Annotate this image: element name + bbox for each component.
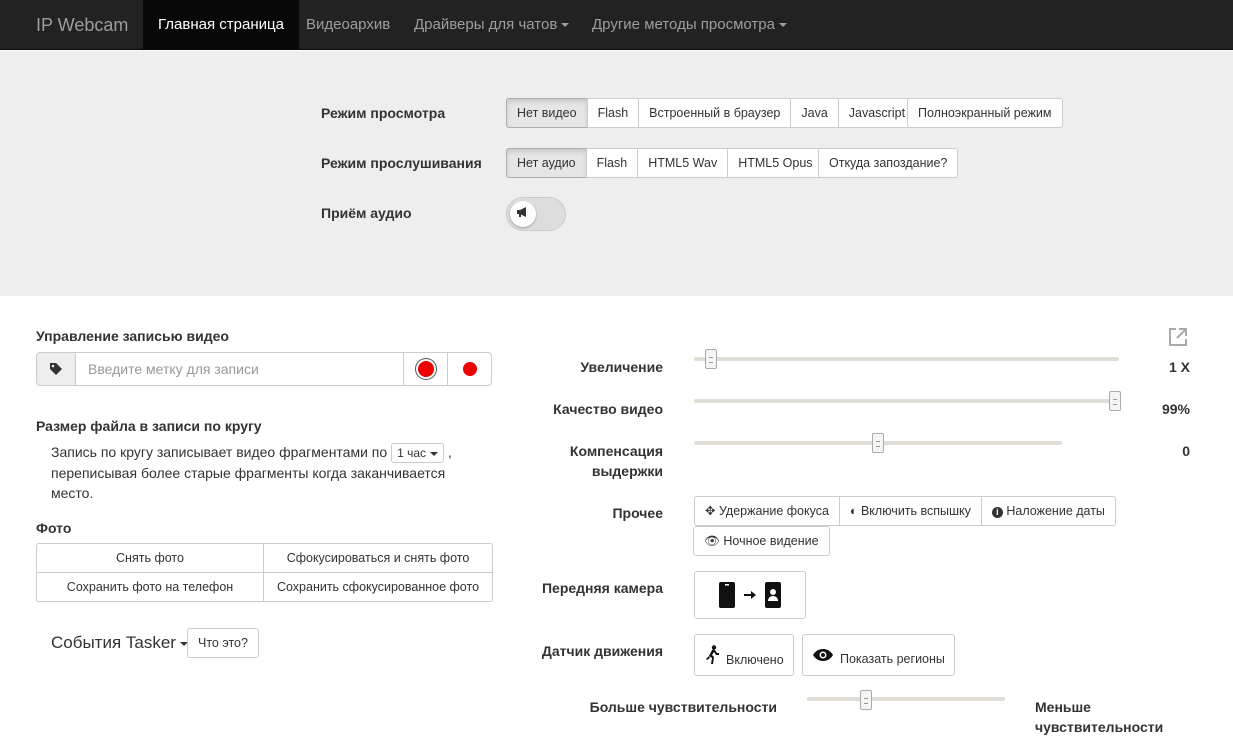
record-icon xyxy=(462,362,477,376)
quality-slider[interactable] xyxy=(694,399,1119,403)
record-focus-button[interactable] xyxy=(404,352,448,386)
listen-mode-label: Режим прослушивания xyxy=(321,155,482,171)
view-mode-browser[interactable]: Встроенный в браузер xyxy=(638,98,792,128)
eye-icon: 👁 xyxy=(704,534,720,548)
save-photo-button[interactable]: Сохранить фото на телефон xyxy=(36,572,264,602)
tasker-label: События Tasker xyxy=(51,633,176,652)
arrow-right-icon xyxy=(744,591,756,599)
motion-label: Датчик движения xyxy=(541,643,663,659)
show-regions-label: Показать регионы xyxy=(840,652,945,666)
loop-title: Размер файла в записи по кругу xyxy=(36,418,262,434)
view-mode-java[interactable]: Java xyxy=(790,98,839,128)
photo-title: Фото xyxy=(36,520,72,536)
nav-video-archive[interactable]: Видеоархив xyxy=(291,0,405,50)
phone-front-icon xyxy=(765,582,781,608)
misc-label: Прочее xyxy=(612,505,663,521)
loop-text-before: Запись по кругу записывает видео фрагмен… xyxy=(51,444,388,460)
listen-mode-group: Нет аудио Flash HTML5 Wav HTML5 Opus xyxy=(506,148,824,178)
take-photo-button[interactable]: Снять фото xyxy=(36,543,264,573)
view-mode-flash[interactable]: Flash xyxy=(586,98,640,128)
recording-title: Управление записью видео xyxy=(36,328,229,344)
view-mode-no-video[interactable]: Нет видео xyxy=(506,98,588,128)
external-link-icon[interactable] xyxy=(1168,327,1188,350)
audio-receive-label: Приём аудио xyxy=(321,205,412,221)
flash-button[interactable]: ◐ Включить вспышку xyxy=(838,496,982,526)
nav-other-methods-label: Другие методы просмотра xyxy=(592,16,775,33)
loop-duration-select[interactable]: 1 час xyxy=(391,443,444,464)
sensitivity-slider-handle[interactable] xyxy=(860,690,873,710)
zoom-slider[interactable] xyxy=(694,357,1119,361)
recording-input-group xyxy=(36,352,492,386)
nav-other-methods[interactable]: Другие методы просмотра xyxy=(577,0,802,50)
motion-enabled-label: Включено xyxy=(726,653,784,667)
misc-group: ✥ Удержание фокуса ◐ Включить вспышку i … xyxy=(694,496,1116,526)
loop-text-line3: место. xyxy=(51,485,94,502)
zoom-slider-handle[interactable] xyxy=(705,349,717,369)
record-ring-icon xyxy=(417,361,434,377)
show-regions-button[interactable]: Показать регионы xyxy=(802,634,955,676)
quality-slider-handle[interactable] xyxy=(1108,391,1121,411)
quality-label: Качество видео xyxy=(553,401,663,417)
listen-mode-html5-wav[interactable]: HTML5 Wav xyxy=(637,148,729,178)
phone-back-icon xyxy=(719,582,735,608)
eye-icon xyxy=(813,649,833,661)
tasker-dropdown[interactable]: События Tasker xyxy=(51,633,188,653)
nav-chat-drivers-label: Драйверы для чатов xyxy=(414,16,558,33)
tag-icon xyxy=(36,352,76,386)
loop-description: Запись по кругу записывает видео фрагмен… xyxy=(51,442,471,503)
view-mode-javascript[interactable]: Javascript xyxy=(837,98,917,128)
focus-hold-label: Удержание фокуса xyxy=(718,504,829,518)
front-camera-button[interactable] xyxy=(694,571,806,619)
brand[interactable]: IP Webcam xyxy=(36,15,128,36)
nav-chat-drivers[interactable]: Драйверы для чатов xyxy=(399,0,584,50)
sensitivity-less-line1: Меньше xyxy=(1035,699,1091,715)
view-mode-group: Нет видео Flash Встроенный в браузер Jav… xyxy=(506,98,917,128)
exposure-label-line1: Компенсация xyxy=(569,443,663,459)
date-overlay-label: Наложение даты xyxy=(1006,504,1105,518)
loop-duration-value: 1 час xyxy=(397,446,426,461)
exposure-value: 0 xyxy=(1182,443,1190,459)
record-button[interactable] xyxy=(448,352,492,386)
megaphone-icon xyxy=(510,201,536,227)
recording-tag-input[interactable] xyxy=(76,352,404,386)
contrast-icon: ◐ xyxy=(849,504,858,518)
flash-label: Включить вспышку xyxy=(860,504,971,518)
night-vision-label: Ночное видение xyxy=(723,534,819,548)
caret-down-icon xyxy=(561,23,570,28)
focus-take-photo-button[interactable]: Сфокусироваться и снять фото xyxy=(263,543,493,573)
info-icon: i xyxy=(991,507,1003,518)
loop-text-after: , xyxy=(447,444,452,460)
front-camera-label: Передняя камера xyxy=(541,580,663,596)
sensitivity-more-label: Больше чувствительности xyxy=(589,699,777,715)
caret-down-icon xyxy=(778,23,787,28)
date-overlay-button[interactable]: i Наложение даты xyxy=(980,496,1116,526)
delay-help-button[interactable]: Откуда запоздание? xyxy=(818,148,959,178)
view-mode-label: Режим просмотра xyxy=(321,105,446,121)
listen-mode-flash[interactable]: Flash xyxy=(585,148,639,178)
quality-value: 99% xyxy=(1161,401,1190,417)
navbar: IP Webcam Главная страница Видеоархив Др… xyxy=(0,0,1233,50)
audio-receive-toggle[interactable] xyxy=(506,197,566,231)
sensitivity-slider[interactable] xyxy=(807,697,1005,701)
running-icon xyxy=(706,645,719,664)
zoom-label: Увеличение xyxy=(580,359,663,375)
night-vision-button[interactable]: 👁 Ночное видение xyxy=(693,526,830,556)
motion-enabled-button[interactable]: Включено xyxy=(694,634,794,676)
zoom-value: 1 X xyxy=(1168,359,1190,375)
crosshair-icon: ✥ xyxy=(705,504,716,518)
fullscreen-button[interactable]: Полноэкранный режим xyxy=(907,98,1063,128)
loop-text-line2: переписывая более старые фрагменты когда… xyxy=(51,465,446,482)
listen-mode-no-audio[interactable]: Нет аудио xyxy=(506,148,587,178)
exposure-label: Компенсация выдержки xyxy=(540,441,663,481)
exposure-label-line2: выдержки xyxy=(591,463,663,479)
caret-down-icon xyxy=(430,452,438,457)
sensitivity-less-line2: чувствительности xyxy=(1035,719,1164,735)
listen-mode-html5-opus[interactable]: HTML5 Opus xyxy=(727,148,824,178)
nav-home[interactable]: Главная страница xyxy=(143,0,299,50)
tasker-help-button[interactable]: Что это? xyxy=(187,628,259,658)
exposure-slider-handle[interactable] xyxy=(872,433,884,453)
focus-hold-button[interactable]: ✥ Удержание фокуса xyxy=(694,496,840,526)
sensitivity-less-label: Меньше чувствительности xyxy=(1035,697,1163,737)
save-focused-photo-button[interactable]: Сохранить сфокусированное фото xyxy=(263,572,493,602)
